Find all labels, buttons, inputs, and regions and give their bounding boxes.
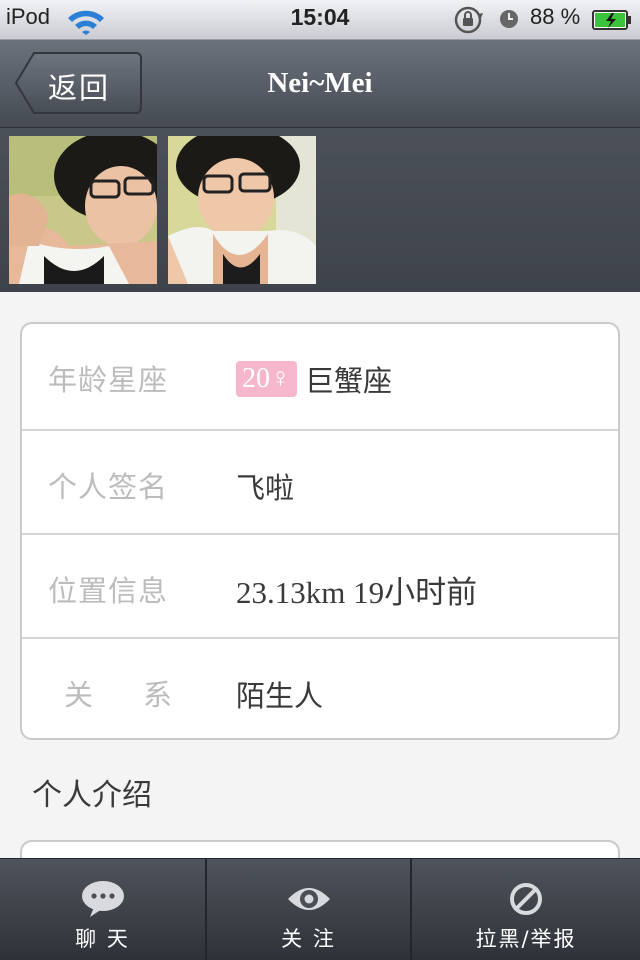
age-constellation-label: 年龄星座 <box>48 363 169 397</box>
signature-value: 飞啦 <box>236 471 295 505</box>
location-label: 位置信息 <box>48 574 169 608</box>
profile-info-card: 年龄星座 20♀ 巨蟹座 个人签名 飞啦 位置信息 23.13km 19小时前 关… <box>20 322 620 740</box>
page-title: Nei~Mei <box>267 67 373 99</box>
relation-value: 陌生人 <box>236 679 324 713</box>
chat-tab[interactable]: 聊 天 <box>0 859 205 960</box>
age-constellation-value: 20♀ 巨蟹座 <box>236 358 392 400</box>
chat-bubble-icon <box>81 881 124 917</box>
intro-section-title: 个人介绍 <box>32 778 152 813</box>
battery-percent: 88 % <box>530 4 581 29</box>
signature-label: 个人签名 <box>48 470 169 504</box>
battery-charging-icon <box>592 10 631 30</box>
location-value: 23.13km 19小时前 <box>236 575 478 610</box>
constellation-text: 巨蟹座 <box>305 364 393 398</box>
chat-tab-label: 聊 天 <box>75 927 130 951</box>
follow-tab[interactable]: 关 注 <box>205 859 410 960</box>
photo-strip <box>0 128 640 292</box>
profile-photo-2[interactable] <box>168 136 316 284</box>
navigation-bar: 返回 Nei~Mei <box>0 40 640 128</box>
relation-label: 关 系 <box>64 678 172 712</box>
status-bar: iPod 15:04 88 % <box>0 0 640 40</box>
age-constellation-row: 年龄星座 20♀ 巨蟹座 <box>22 324 618 427</box>
profile-photo-1[interactable] <box>9 136 157 284</box>
location-row: 位置信息 23.13km 19小时前 <box>22 533 618 636</box>
signature-row: 个人签名 飞啦 <box>22 429 618 532</box>
block-report-tab-label: 拉黑/举报 <box>475 927 577 951</box>
alarm-clock-icon <box>500 10 518 28</box>
age-gender-badge: 20♀ <box>236 361 297 397</box>
rotation-lock-icon <box>454 6 483 34</box>
block-icon <box>510 883 542 915</box>
bottom-action-bar: 聊 天 关 注 拉黑/举报 <box>0 858 640 960</box>
block-report-tab[interactable]: 拉黑/举报 <box>410 859 640 960</box>
relation-row: 关 系 陌生人 <box>22 637 618 738</box>
profile-photo-image <box>9 136 157 284</box>
profile-photo-image <box>168 136 316 284</box>
follow-tab-label: 关 注 <box>281 927 336 951</box>
eye-icon <box>287 888 330 910</box>
